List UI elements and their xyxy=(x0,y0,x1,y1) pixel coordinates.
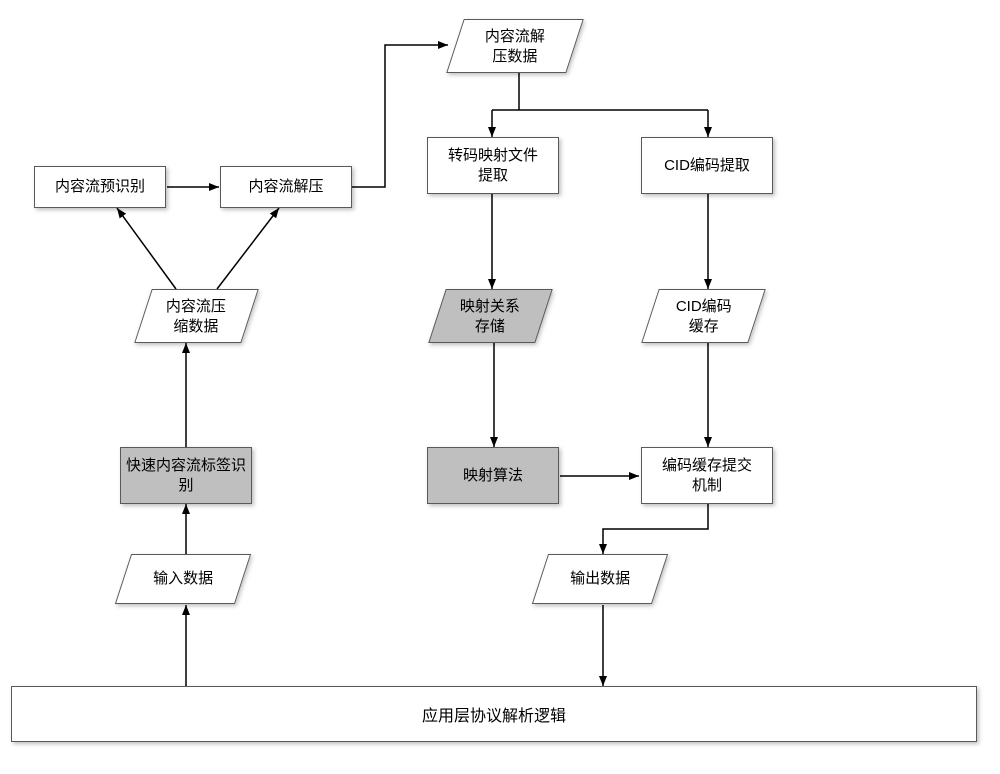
label-content-decompressed-data: 内容流解压数据 xyxy=(481,25,549,68)
label-encode-cache-commit: 编码缓存提交机制 xyxy=(662,456,752,495)
node-output-data: 输出数据 xyxy=(532,554,668,604)
node-content-decompressed-data: 内容流解压数据 xyxy=(446,19,584,73)
node-cid-encode-extract: CID编码提取 xyxy=(641,137,773,194)
node-content-compressed-data: 内容流压缩数据 xyxy=(134,289,259,343)
diagram-arrows xyxy=(0,0,1000,774)
label-mapping-algorithm: 映射算法 xyxy=(463,466,523,486)
node-mapping-store: 映射关系存储 xyxy=(428,289,553,343)
label-input-data: 输入数据 xyxy=(149,567,217,591)
label-cid-encode-extract: CID编码提取 xyxy=(664,156,750,176)
label-content-pre-recognition: 内容流预识别 xyxy=(55,177,145,197)
label-fast-content-tag-recognition: 快速内容流标签识别 xyxy=(126,456,246,495)
node-cid-cache: CID编码缓存 xyxy=(641,289,766,343)
label-app-layer-protocol-logic: 应用层协议解析逻辑 xyxy=(422,702,566,726)
label-content-compressed-data: 内容流压缩数据 xyxy=(162,295,230,338)
label-output-data: 输出数据 xyxy=(566,567,634,591)
node-input-data: 输入数据 xyxy=(115,554,251,604)
node-mapping-algorithm: 映射算法 xyxy=(427,447,559,504)
node-fast-content-tag-recognition: 快速内容流标签识别 xyxy=(120,447,252,504)
label-cid-cache: CID编码缓存 xyxy=(672,295,736,338)
node-encode-cache-commit: 编码缓存提交机制 xyxy=(641,447,773,504)
node-content-decompress: 内容流解压 xyxy=(220,166,352,208)
node-transcode-map-file-extract: 转码映射文件提取 xyxy=(427,137,559,194)
node-app-layer-protocol-logic: 应用层协议解析逻辑 xyxy=(11,686,977,742)
label-content-decompress: 内容流解压 xyxy=(248,177,323,197)
node-content-pre-recognition: 内容流预识别 xyxy=(34,166,166,208)
label-mapping-store: 映射关系存储 xyxy=(456,295,524,338)
label-transcode-map-file-extract: 转码映射文件提取 xyxy=(448,146,538,185)
